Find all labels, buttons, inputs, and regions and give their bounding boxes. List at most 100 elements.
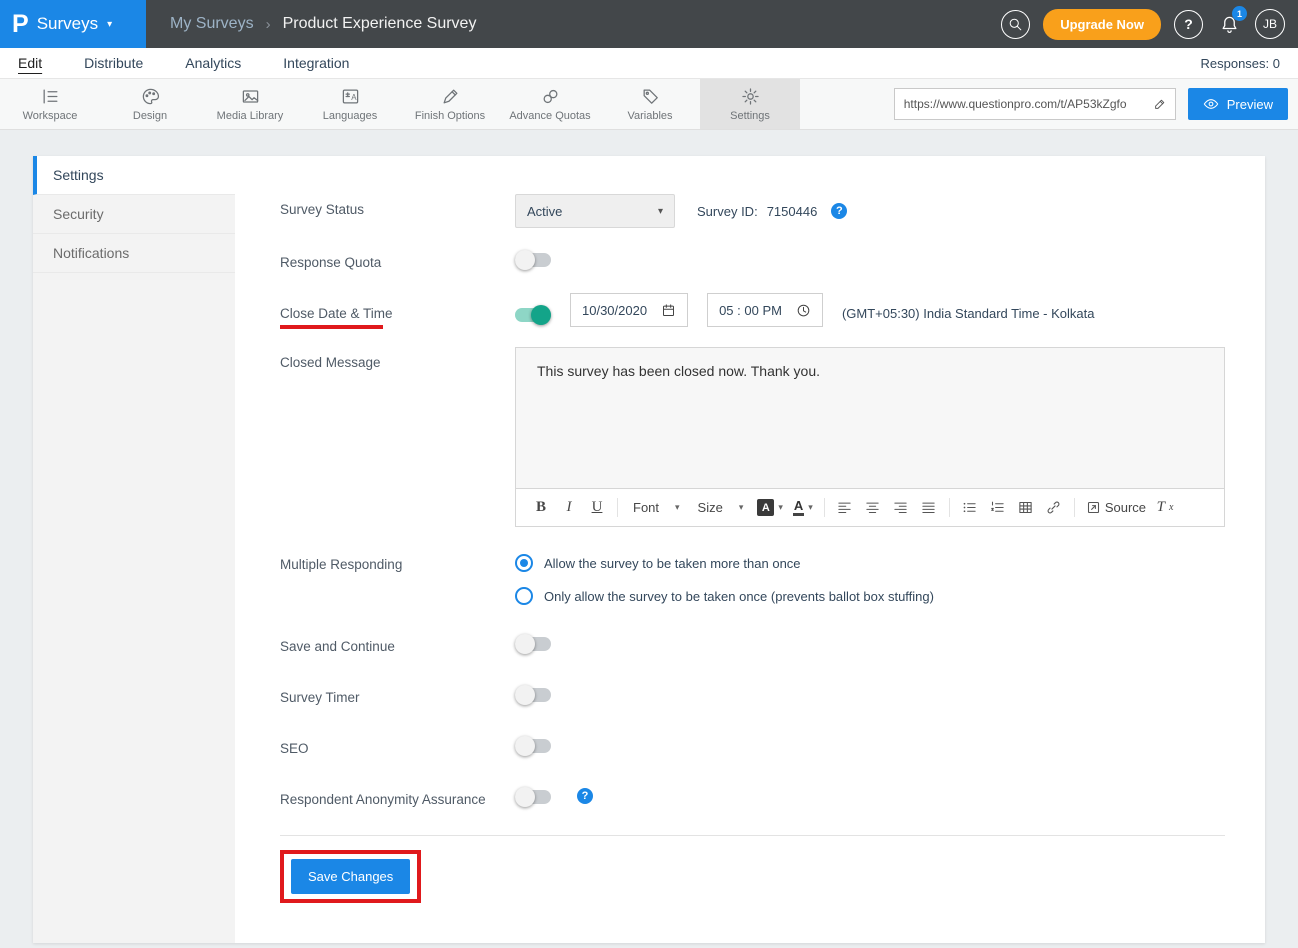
toolbar-item-media-library[interactable]: Media Library (200, 79, 300, 129)
remove-format-icon: T (1157, 499, 1165, 516)
size-dropdown[interactable]: Size ▾ (690, 495, 752, 521)
breadcrumb-current-page: Product Experience Survey (283, 15, 477, 33)
bullet-list-button[interactable] (957, 495, 983, 521)
main-content: Settings Security Notifications Survey S… (0, 130, 1298, 943)
remove-format-button[interactable]: Tx (1152, 495, 1178, 521)
toolbar-item-label: Finish Options (415, 110, 485, 122)
svg-text:A: A (351, 93, 357, 102)
link-icon (1046, 500, 1061, 515)
save-changes-button[interactable]: Save Changes (291, 859, 410, 894)
breadcrumb-my-surveys[interactable]: My Surveys (170, 15, 254, 33)
field-label-close-date-time: Close Date & Time (280, 298, 515, 329)
advance-quotas-icon (541, 87, 560, 106)
font-dropdown-label: Font (633, 500, 659, 515)
edit-toolbar: Workspace Design Media Library A Languag… (0, 78, 1298, 130)
italic-button[interactable]: I (556, 495, 582, 521)
form-row-save-and-continue: Save and Continue (280, 631, 1225, 654)
close-date-input[interactable]: 10/30/2020 (570, 293, 688, 327)
align-center-button[interactable] (860, 495, 886, 521)
close-date-toggle[interactable] (515, 308, 551, 322)
toolbar-separator (617, 498, 618, 517)
survey-status-select[interactable]: Active ▾ (515, 194, 675, 228)
tab-analytics[interactable]: Analytics (185, 55, 241, 71)
questionpro-logo-icon: P (12, 12, 29, 37)
toggle-knob (515, 736, 535, 756)
text-color-button[interactable]: A ▾ (789, 495, 817, 521)
topbar-actions: Upgrade Now ? 1 JB (1001, 9, 1298, 40)
underline-button[interactable]: U (584, 495, 610, 521)
sidebar-item-settings[interactable]: Settings (33, 156, 235, 195)
toolbar-item-finish-options[interactable]: Finish Options (400, 79, 500, 129)
text-color-icon: A (793, 499, 804, 516)
anonymity-toggle[interactable] (515, 790, 551, 804)
toolbar-item-workspace[interactable]: Workspace (0, 79, 100, 129)
survey-id-value: 7150446 (767, 204, 818, 219)
insert-link-button[interactable] (1041, 495, 1067, 521)
response-quota-toggle[interactable] (515, 253, 551, 267)
workspace-icon (41, 87, 60, 106)
toolbar-item-label: Advance Quotas (509, 110, 590, 122)
search-button[interactable] (1001, 10, 1030, 39)
closed-message-editor: This survey has been closed now. Thank y… (515, 347, 1225, 527)
edit-url-button[interactable] (1145, 89, 1175, 119)
radio-unselected-icon (515, 587, 533, 605)
form-row-survey-status: Survey Status Active ▾ Survey ID: 715044… (280, 194, 1225, 228)
field-label-anonymity: Respondent Anonymity Assurance (280, 784, 515, 807)
avatar[interactable]: JB (1255, 9, 1285, 39)
toolbar-item-label: Media Library (217, 110, 284, 122)
sidebar-item-security[interactable]: Security (33, 195, 235, 234)
radio-option-allow-multiple[interactable]: Allow the survey to be taken more than o… (515, 554, 801, 572)
form-row-multiple-responding: Multiple Responding Allow the survey to … (280, 549, 1225, 605)
timezone-label: (GMT+05:30) India Standard Time - Kolkat… (842, 306, 1095, 321)
toolbar-item-design[interactable]: Design (100, 79, 200, 129)
numbered-list-button[interactable] (985, 495, 1011, 521)
close-date-time-label-text: Close Date & Time (280, 306, 393, 321)
anonymity-help-icon[interactable]: ? (577, 788, 593, 804)
toggle-knob (515, 787, 535, 807)
align-justify-button[interactable] (916, 495, 942, 521)
notifications-button[interactable]: 1 (1216, 11, 1242, 37)
languages-icon: A (341, 87, 360, 106)
field-label-survey-status: Survey Status (280, 194, 515, 228)
pencil-icon (1153, 97, 1167, 111)
toolbar-item-label: Languages (323, 110, 377, 122)
align-right-button[interactable] (888, 495, 914, 521)
form-row-closed-message: Closed Message This survey has been clos… (280, 347, 1225, 527)
source-button[interactable]: Source (1082, 495, 1150, 521)
tab-integration[interactable]: Integration (283, 55, 349, 71)
closed-message-textarea[interactable]: This survey has been closed now. Thank y… (516, 348, 1224, 488)
toolbar-right: Preview (894, 79, 1298, 129)
survey-timer-toggle[interactable] (515, 688, 551, 702)
survey-url-input[interactable] (895, 89, 1145, 119)
radio-option-allow-once[interactable]: Only allow the survey to be taken once (… (515, 587, 934, 605)
chevron-down-icon: ▾ (107, 19, 112, 30)
font-dropdown[interactable]: Font ▾ (625, 495, 688, 521)
toolbar-item-variables[interactable]: Variables (600, 79, 700, 129)
close-time-input[interactable]: 05 : 00 PM (707, 293, 823, 327)
field-label-save-and-continue: Save and Continue (280, 631, 515, 654)
divider (280, 835, 1225, 836)
upgrade-now-button[interactable]: Upgrade Now (1043, 9, 1161, 40)
seo-toggle[interactable] (515, 739, 551, 753)
tab-edit[interactable]: Edit (18, 55, 42, 71)
background-color-button[interactable]: A ▾ (753, 495, 787, 521)
sidebar-item-notifications[interactable]: Notifications (33, 234, 235, 273)
save-and-continue-toggle[interactable] (515, 637, 551, 651)
help-button[interactable]: ? (1174, 10, 1203, 39)
preview-button[interactable]: Preview (1188, 88, 1288, 120)
toolbar-item-label: Variables (627, 110, 672, 122)
insert-table-button[interactable] (1013, 495, 1039, 521)
app-logo-menu[interactable]: P Surveys ▾ (0, 0, 146, 48)
product-name: Surveys (37, 14, 98, 34)
toolbar-separator (949, 498, 950, 517)
align-left-button[interactable] (832, 495, 858, 521)
size-dropdown-label: Size (698, 500, 723, 515)
source-icon (1086, 500, 1101, 515)
bold-button[interactable]: B (528, 495, 554, 521)
survey-id-help-icon[interactable]: ? (831, 203, 847, 219)
toolbar-item-settings[interactable]: Settings (700, 79, 800, 129)
toolbar-item-advance-quotas[interactable]: Advance Quotas (500, 79, 600, 129)
tab-distribute[interactable]: Distribute (84, 55, 143, 71)
toolbar-item-languages[interactable]: A Languages (300, 79, 400, 129)
background-color-icon: A (757, 499, 774, 516)
